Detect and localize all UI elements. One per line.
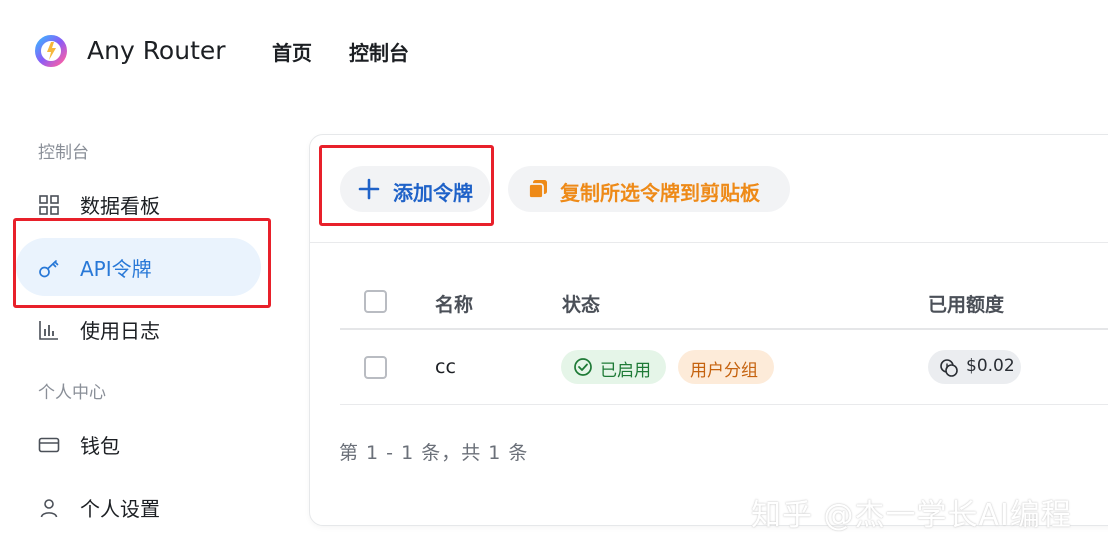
coins-icon — [940, 359, 958, 377]
sidebar-item-dashboard[interactable]: 数据看板 — [16, 175, 261, 233]
column-header-status[interactable]: 状态 — [562, 290, 600, 317]
dashboard-icon — [39, 195, 59, 215]
sidebar-section-personal: 个人中心 — [38, 383, 106, 403]
token-name: cc — [435, 356, 456, 378]
plus-icon — [358, 178, 380, 200]
wallet-icon — [38, 437, 60, 453]
brand-name[interactable]: Any Router — [87, 36, 226, 65]
group-text: 用户分组 — [690, 361, 758, 381]
app-logo-icon — [35, 35, 67, 67]
page: Any Router 首页 控制台 控制台 数据看板 API令牌 使用日志 个人… — [0, 0, 1108, 558]
nav-home[interactable]: 首页 — [272, 37, 312, 66]
bar-chart-icon — [39, 321, 58, 340]
toolbar-divider — [310, 242, 1108, 243]
column-header-name[interactable]: 名称 — [435, 290, 473, 317]
sidebar-item-label: 钱包 — [80, 433, 120, 458]
sidebar-item-label: API令牌 — [80, 256, 152, 281]
header-divider — [340, 328, 1108, 330]
copy-tokens-label: 复制所选令牌到剪贴板 — [560, 181, 760, 205]
sidebar-item-api-tokens[interactable]: API令牌 — [16, 238, 261, 296]
status-badge: 已启用 — [561, 350, 666, 384]
used-quota-value: $0.02 — [966, 356, 1015, 376]
copy-icon — [528, 180, 547, 199]
add-token-button[interactable]: 添加令牌 — [340, 166, 490, 212]
user-icon — [40, 499, 58, 518]
check-circle-icon — [574, 358, 592, 376]
sidebar-item-label: 个人设置 — [80, 496, 160, 521]
column-header-used-quota[interactable]: 已用额度 — [928, 290, 1004, 317]
sidebar-section-console: 控制台 — [38, 143, 89, 163]
top-bar: Any Router 首页 控制台 — [0, 0, 1108, 100]
nav-console[interactable]: 控制台 — [349, 37, 409, 66]
sidebar-item-wallet[interactable]: 钱包 — [16, 415, 261, 473]
row-divider — [340, 404, 1108, 405]
used-quota-badge: $0.02 — [928, 350, 1021, 384]
watermark: 知乎 @杰一学长AI编程 — [751, 498, 1072, 533]
group-badge: 用户分组 — [678, 350, 774, 384]
sidebar-item-personal-settings[interactable]: 个人设置 — [16, 478, 261, 536]
copy-tokens-button[interactable]: 复制所选令牌到剪贴板 — [508, 166, 790, 212]
select-all-checkbox[interactable] — [364, 290, 387, 313]
sidebar-item-usage-logs[interactable]: 使用日志 — [16, 300, 261, 358]
pagination-summary: 第 1 - 1 条，共 1 条 — [339, 442, 529, 464]
row-checkbox[interactable] — [364, 356, 387, 379]
key-icon — [39, 260, 59, 278]
status-text: 已启用 — [600, 361, 651, 381]
sidebar-item-label: 数据看板 — [80, 193, 160, 218]
sidebar-item-label: 使用日志 — [80, 318, 160, 343]
add-token-label: 添加令牌 — [393, 181, 473, 205]
